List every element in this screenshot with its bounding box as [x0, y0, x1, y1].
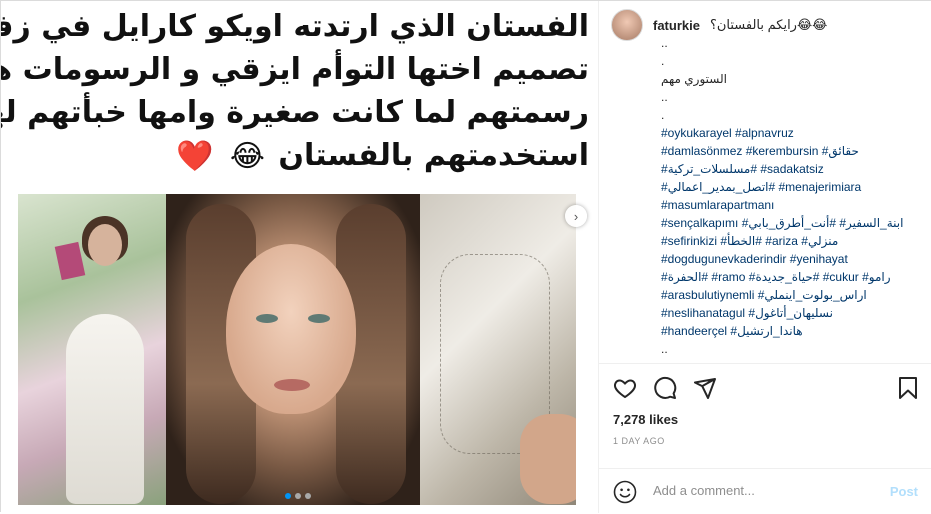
caption-body: .. . الستوري مهم .. . #oykukarayel #alpn… [661, 34, 921, 359]
heart-icon [614, 379, 636, 399]
caption-line-1: الفستان الذي ارتدته اويكو كارايل في زفاف… [1, 9, 589, 44]
share-button[interactable] [693, 376, 717, 400]
username[interactable]: faturkie [653, 18, 700, 33]
caption-text: .. [661, 90, 668, 104]
left-eye [256, 314, 278, 323]
hashtag-line[interactable]: #damlasönmez #kerembursin #حقائق [661, 142, 921, 160]
wedding-photo [18, 194, 166, 505]
laughing-emoji: 😂 [229, 139, 265, 174]
caption-line-2: تصميم اختها التوأم ايزقي و الرسومات هي ل… [1, 52, 589, 87]
comment-input[interactable] [653, 483, 873, 498]
hashtag-line[interactable]: #neslihanatagul #نسليهان_أتاغول [661, 304, 921, 322]
post-actions: 7,278 likes 1 DAY AGO Post [599, 363, 931, 513]
bookmark-icon [899, 377, 917, 399]
caption-line-4: استخدمتهم بالفستان 😂 ❤️ [11, 134, 589, 178]
caption-line-3: رسمتهم لما كانت صغيرة وامها خبأتهم لها ؛… [1, 95, 589, 130]
comment-button[interactable] [653, 376, 677, 400]
post-caption: رايكم بالفستان؟😂😂 [709, 17, 828, 32]
bride-face [88, 224, 122, 266]
hashtag-line[interactable]: #oykukarayel #alpnavruz [661, 124, 921, 142]
carousel-next-button[interactable]: › [565, 205, 587, 227]
smile-icon [613, 480, 637, 504]
hashtag-line[interactable]: #sefirinkizi #الخطأ# #ariza #منزلي [661, 232, 921, 250]
action-icons [613, 376, 717, 400]
hashtag-line[interactable]: #sençalkapımı #ابنة_السفير# #أنت_أطرق_با… [661, 214, 921, 232]
add-comment-bar: Post [599, 468, 931, 514]
hashtag-line[interactable]: #arasbulutiynemli #اراس_بولوت_اينملي [661, 286, 921, 304]
caption-text: .. [661, 342, 668, 356]
like-count[interactable]: 7,278 likes [613, 412, 678, 427]
timestamp[interactable]: 1 DAY AGO [613, 436, 665, 446]
caption-text: . [661, 108, 665, 122]
hashtag-line[interactable]: #dogdugunevkaderindir #yenihayat [661, 250, 921, 268]
save-button[interactable] [896, 376, 920, 400]
fabric-photo [420, 194, 576, 505]
comment-icon [654, 376, 677, 399]
caption-text: الستوري مهم [661, 72, 727, 86]
lips [274, 379, 310, 391]
right-eye [308, 314, 330, 323]
heart-emoji: ❤️ [176, 139, 214, 174]
hashtag-line[interactable]: #اتصل_بمدير_اعمالي# #menajerimiara [661, 178, 921, 196]
caption-text: . [661, 54, 665, 68]
hashtag-line[interactable]: #مسلسلات_تركية# #sadakatsiz [661, 160, 921, 178]
carousel-dot [285, 493, 291, 499]
carousel-dot [305, 493, 311, 499]
hand [520, 414, 576, 504]
hashtag-line[interactable]: #الحفرة# #ramo #حياة_جديدة# #cukur #رامو [661, 268, 921, 286]
wedding-gown [66, 314, 144, 504]
post-comment-button[interactable]: Post [890, 484, 918, 499]
carousel-indicator [285, 493, 311, 499]
post-media[interactable]: الفستان الذي ارتدته اويكو كارايل في زفاف… [1, 1, 599, 513]
carousel-dot [295, 493, 301, 499]
post-frame: الفستان الذي ارتدته اويكو كارايل في زفاف… [0, 0, 931, 513]
share-icon [694, 378, 716, 399]
emoji-picker-button[interactable] [613, 480, 637, 504]
avatar[interactable] [611, 9, 643, 41]
portrait-photo [166, 194, 420, 505]
photo-collage [18, 194, 576, 505]
wedding-card [54, 241, 86, 281]
post-sidebar: faturkie رايكم بالفستان؟😂😂 .. . الستوري … [599, 1, 931, 513]
image-caption: الفستان الذي ارتدته اويكو كارايل في زفاف… [1, 5, 589, 191]
caption-line-4-text: استخدمتهم بالفستان [278, 138, 589, 173]
hashtag-line[interactable]: #masumlarapartmanı [661, 196, 921, 214]
hashtag-line[interactable]: #handeerçel #هاندا_ارتشيل [661, 322, 921, 340]
caption-text: .. [661, 36, 668, 50]
chevron-right-icon: › [573, 208, 579, 224]
like-button[interactable] [613, 376, 637, 400]
